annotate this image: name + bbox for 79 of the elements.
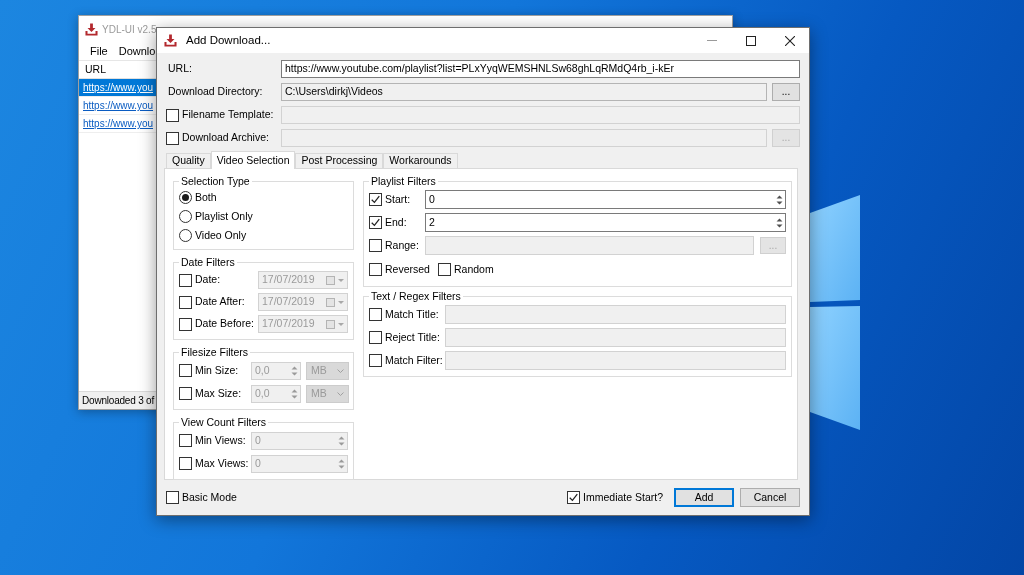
field-label: Video Only xyxy=(195,227,247,243)
field-label: Both xyxy=(195,189,217,205)
field-label: Reversed xyxy=(385,261,430,277)
table-row[interactable]: https://www.you xyxy=(79,79,156,97)
download-icon xyxy=(164,34,177,47)
field-label: Download Directory: xyxy=(168,84,263,100)
caret-icon xyxy=(337,391,344,396)
field-label: Start: xyxy=(385,191,412,207)
checkbox[interactable] xyxy=(369,263,382,276)
field-label: Date Before: xyxy=(195,316,255,332)
tab[interactable]: Video Selection xyxy=(210,151,296,169)
calendar-icon xyxy=(326,319,335,329)
tab[interactable]: Quality xyxy=(166,153,211,168)
window-title: Add Download... xyxy=(186,32,271,48)
field-label: Match Filter: xyxy=(385,352,444,368)
caret-icon xyxy=(338,300,344,304)
url-link[interactable]: https://www.you xyxy=(83,116,154,131)
menu-item[interactable]: Downlo xyxy=(118,42,156,60)
field-label: Match Title: xyxy=(385,306,440,322)
field-label: Reject Title: xyxy=(385,329,441,345)
text-field[interactable]: https://www.youtube.com/playlist?list=PLxYyqWEMSHNLSw68ghLqRMdQ4rb_i-kEr xyxy=(281,60,800,78)
radio-button[interactable] xyxy=(179,191,192,204)
caret-icon xyxy=(338,322,344,326)
url-link[interactable]: https://www.you xyxy=(83,80,154,95)
caret-icon xyxy=(338,278,344,282)
table-row[interactable]: https://www.you xyxy=(79,97,156,115)
text-field[interactable]: C:\Users\dirkj\Videos xyxy=(281,83,767,101)
field-label: Download Archive: xyxy=(182,130,269,146)
close-icon[interactable] xyxy=(784,35,795,46)
checkbox[interactable] xyxy=(369,216,382,229)
field-label: Basic Mode xyxy=(182,489,237,505)
radio-button[interactable] xyxy=(179,210,192,223)
field-label: Random xyxy=(453,261,494,277)
field-label: Filename Template: xyxy=(182,107,274,123)
checkbox[interactable] xyxy=(437,263,451,276)
radio-button[interactable] xyxy=(179,229,192,242)
field-label: Min Views: xyxy=(195,432,247,448)
checkmark-icon xyxy=(371,218,380,227)
field-label: Date After: xyxy=(195,294,246,310)
field-label: Range: xyxy=(385,237,420,253)
table-row[interactable]: https://www.you xyxy=(79,115,156,133)
checkmark-icon xyxy=(371,195,380,204)
checkmark-icon xyxy=(569,493,579,502)
checkbox[interactable] xyxy=(567,491,581,504)
field-label: Min Size: xyxy=(195,362,240,378)
up-down-arrows-icon[interactable] xyxy=(776,193,783,206)
field-label: Immediate Start? xyxy=(583,489,663,505)
checkbox[interactable] xyxy=(369,193,382,206)
download-icon xyxy=(85,22,98,36)
group-title: View Count Filters xyxy=(180,416,267,429)
column-header: URL xyxy=(85,61,106,77)
group-title: Date Filters xyxy=(180,256,236,269)
status-text: Downloaded 3 of xyxy=(82,394,155,408)
field-label: End: xyxy=(385,214,408,230)
field-label: Max Views: xyxy=(195,455,250,471)
maximize-icon[interactable] xyxy=(745,35,756,46)
group-title: Playlist Filters xyxy=(370,175,437,188)
group-title: Text / Regex Filters xyxy=(370,290,462,303)
window-title: YDL-UI v2.5 xyxy=(102,22,157,37)
browse-button[interactable]: ... xyxy=(772,83,800,101)
field-label: Playlist Only xyxy=(195,208,253,224)
group-title: Filesize Filters xyxy=(180,346,250,359)
tab[interactable]: Workarounds xyxy=(383,153,458,168)
field-label: Max Size: xyxy=(195,385,243,401)
field-label: Date: xyxy=(195,272,222,288)
url-link[interactable]: https://www.you xyxy=(83,98,154,113)
add-button[interactable]: Add xyxy=(674,488,734,507)
number-field[interactable]: 2 xyxy=(425,213,786,232)
checkbox[interactable] xyxy=(166,491,179,504)
number-field[interactable]: 0 xyxy=(425,190,786,209)
caret-icon xyxy=(337,368,344,373)
calendar-icon xyxy=(326,297,335,307)
menu-item[interactable]: File xyxy=(90,42,108,60)
cancel-button[interactable]: Cancel xyxy=(740,488,800,507)
calendar-icon xyxy=(326,275,335,285)
tab[interactable]: Post Processing xyxy=(295,153,384,168)
up-down-arrows-icon[interactable] xyxy=(776,216,783,229)
field-label: URL: xyxy=(168,61,192,77)
group-title: Selection Type xyxy=(180,175,251,188)
